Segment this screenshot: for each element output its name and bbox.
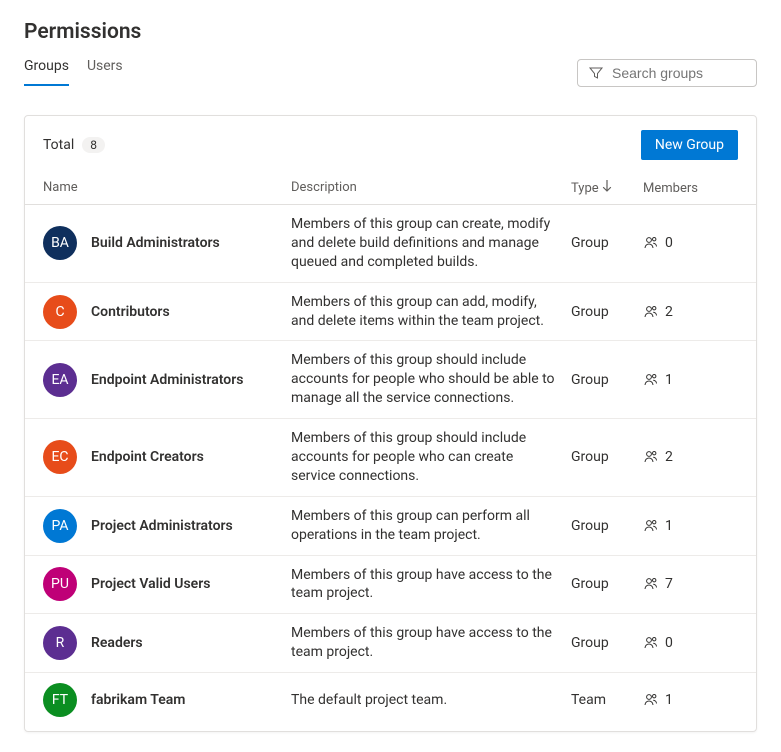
members-icon (643, 692, 659, 708)
group-name: Readers (91, 635, 143, 651)
rows-container: BA Build Administrators Members of this gr… (25, 205, 756, 727)
members-count: 0 (665, 635, 673, 651)
table-row[interactable]: FT fabrikam Team The default project team.… (25, 673, 756, 727)
group-name: Project Valid Users (91, 576, 210, 592)
members-icon (643, 304, 659, 320)
table-row[interactable]: EA Endpoint Administrators Members of this… (25, 341, 756, 419)
table-row[interactable]: EC Endpoint Creators Members of this group… (25, 419, 756, 497)
column-header-type-label: Type (571, 181, 599, 196)
table-row[interactable]: PA Project Administrators Members of this … (25, 497, 756, 556)
avatar: PA (43, 509, 77, 543)
group-name: Endpoint Administrators (91, 372, 243, 388)
avatar: EA (43, 363, 77, 397)
group-members: 7 (643, 576, 733, 592)
group-description: Members of this group should include acc… (291, 429, 571, 486)
total-count-badge: 8 (82, 137, 105, 153)
group-name: fabrikam Team (91, 692, 185, 708)
group-members: 1 (643, 692, 733, 708)
group-name: Project Administrators (91, 518, 233, 534)
group-type: Group (571, 518, 643, 534)
members-count: 1 (665, 692, 673, 708)
group-members: 2 (643, 304, 733, 320)
group-name: Build Administrators (91, 235, 220, 251)
group-description: Members of this group have access to the… (291, 624, 571, 662)
group-members: 0 (643, 635, 733, 651)
group-type: Group (571, 235, 643, 251)
group-members: 1 (643, 372, 733, 388)
column-headers: Name Description Type Members (25, 170, 756, 205)
group-members: 1 (643, 518, 733, 534)
avatar: EC (43, 440, 77, 474)
tabs: Groups Users (24, 58, 123, 87)
table-row[interactable]: BA Build Administrators Members of this gr… (25, 205, 756, 283)
groups-card: Total 8 New Group Name Description Type … (24, 115, 757, 732)
top-bar: Groups Users (24, 58, 757, 87)
group-type: Group (571, 449, 643, 465)
search-box[interactable] (577, 59, 757, 87)
sort-descending-icon (602, 180, 612, 196)
column-header-description[interactable]: Description (291, 180, 571, 196)
group-type: Team (571, 692, 643, 708)
members-icon (643, 576, 659, 592)
group-description: Members of this group have access to the… (291, 566, 571, 604)
tab-users[interactable]: Users (87, 58, 123, 86)
avatar: R (43, 626, 77, 660)
table-row[interactable]: PU Project Valid Users Members of this gro… (25, 556, 756, 615)
members-icon (643, 235, 659, 251)
avatar: PU (43, 567, 77, 601)
group-description: Members of this group should include acc… (291, 351, 571, 408)
group-type: Group (571, 372, 643, 388)
column-header-name[interactable]: Name (43, 180, 291, 196)
column-header-members[interactable]: Members (643, 180, 733, 196)
column-header-type[interactable]: Type (571, 180, 643, 196)
group-members: 0 (643, 235, 733, 251)
group-members: 2 (643, 449, 733, 465)
members-count: 2 (665, 304, 673, 320)
group-type: Group (571, 635, 643, 651)
avatar: C (43, 295, 77, 329)
total-indicator: Total 8 (43, 137, 105, 153)
members-icon (643, 635, 659, 651)
avatar: BA (43, 226, 77, 260)
members-icon (643, 449, 659, 465)
group-name: Endpoint Creators (91, 449, 204, 465)
group-description: The default project team. (291, 691, 571, 710)
members-count: 1 (665, 372, 673, 388)
members-icon (643, 518, 659, 534)
page-title: Permissions (24, 20, 757, 44)
members-count: 0 (665, 235, 673, 251)
total-label: Total (43, 137, 74, 153)
group-description: Members of this group can add, modify, a… (291, 293, 571, 331)
search-input[interactable] (612, 65, 746, 81)
group-description: Members of this group can create, modify… (291, 215, 571, 272)
table-row[interactable]: C Contributors Members of this group can a… (25, 283, 756, 342)
members-count: 7 (665, 576, 673, 592)
group-description: Members of this group can perform all op… (291, 507, 571, 545)
table-row[interactable]: R Readers Members of this group have acces… (25, 614, 756, 673)
members-icon (643, 372, 659, 388)
card-header: Total 8 New Group (25, 116, 756, 170)
avatar: FT (43, 683, 77, 717)
members-count: 2 (665, 449, 673, 465)
group-name: Contributors (91, 304, 170, 320)
group-type: Group (571, 576, 643, 592)
filter-icon (588, 65, 604, 81)
group-type: Group (571, 304, 643, 320)
members-count: 1 (665, 518, 673, 534)
new-group-button[interactable]: New Group (641, 130, 738, 160)
tab-groups[interactable]: Groups (24, 58, 69, 86)
